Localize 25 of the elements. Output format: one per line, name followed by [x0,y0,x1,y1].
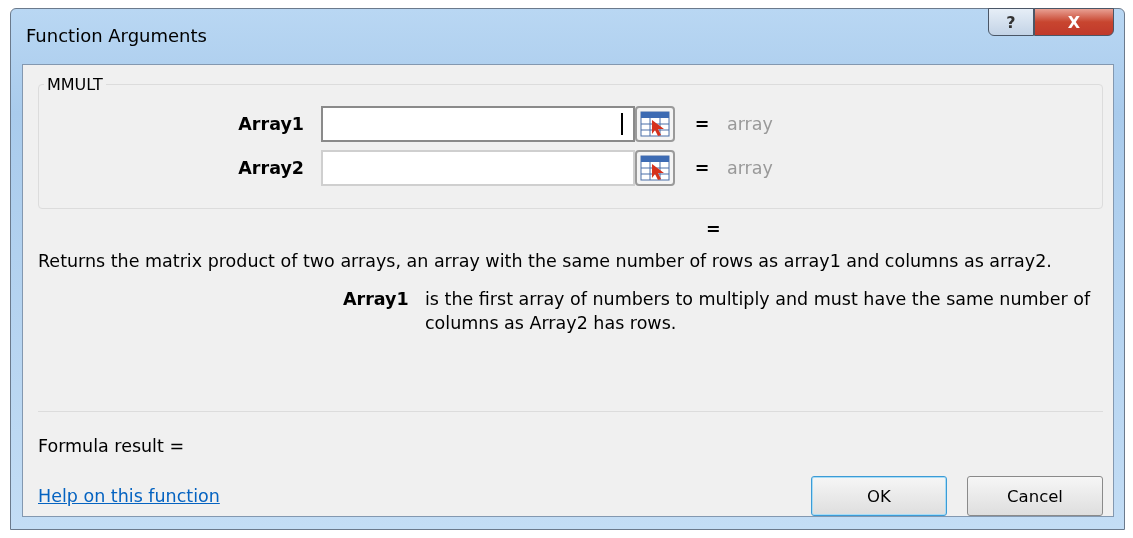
text-cursor [621,113,623,135]
ok-button[interactable]: OK [811,476,947,516]
range-select-icon [640,155,670,181]
formula-result: Formula result = [38,436,186,456]
equals-sign: = [694,114,710,134]
argument-label: Array2 [238,158,304,178]
argument-description: is the first array of numbers to multiply and must have the same number of columns as Array2 has rows. [425,288,1092,335]
window-title: Function Arguments [26,25,207,46]
equals-sign: = [694,158,710,178]
overall-result: = [705,219,722,239]
argument-input[interactable] [321,150,635,186]
close-button[interactable]: X [1034,8,1114,36]
help-button[interactable]: ? [988,8,1034,36]
function-description: Returns the matrix product of two arrays, an array with the same number of rows as array1 and columns as array2. [38,250,1053,273]
range-select-button[interactable] [635,150,675,186]
help-link[interactable]: Help on this function [38,486,220,506]
range-select-button[interactable] [635,106,675,142]
argument-result: array [727,158,774,178]
argument-input[interactable] [321,106,635,142]
cancel-button[interactable]: Cancel [967,476,1103,516]
function-name: MMULT [46,75,104,94]
argument-label: Array1 [238,114,304,134]
range-select-icon [640,111,670,137]
argument-name: Array1 [343,288,410,311]
argument-result: array [727,114,774,134]
